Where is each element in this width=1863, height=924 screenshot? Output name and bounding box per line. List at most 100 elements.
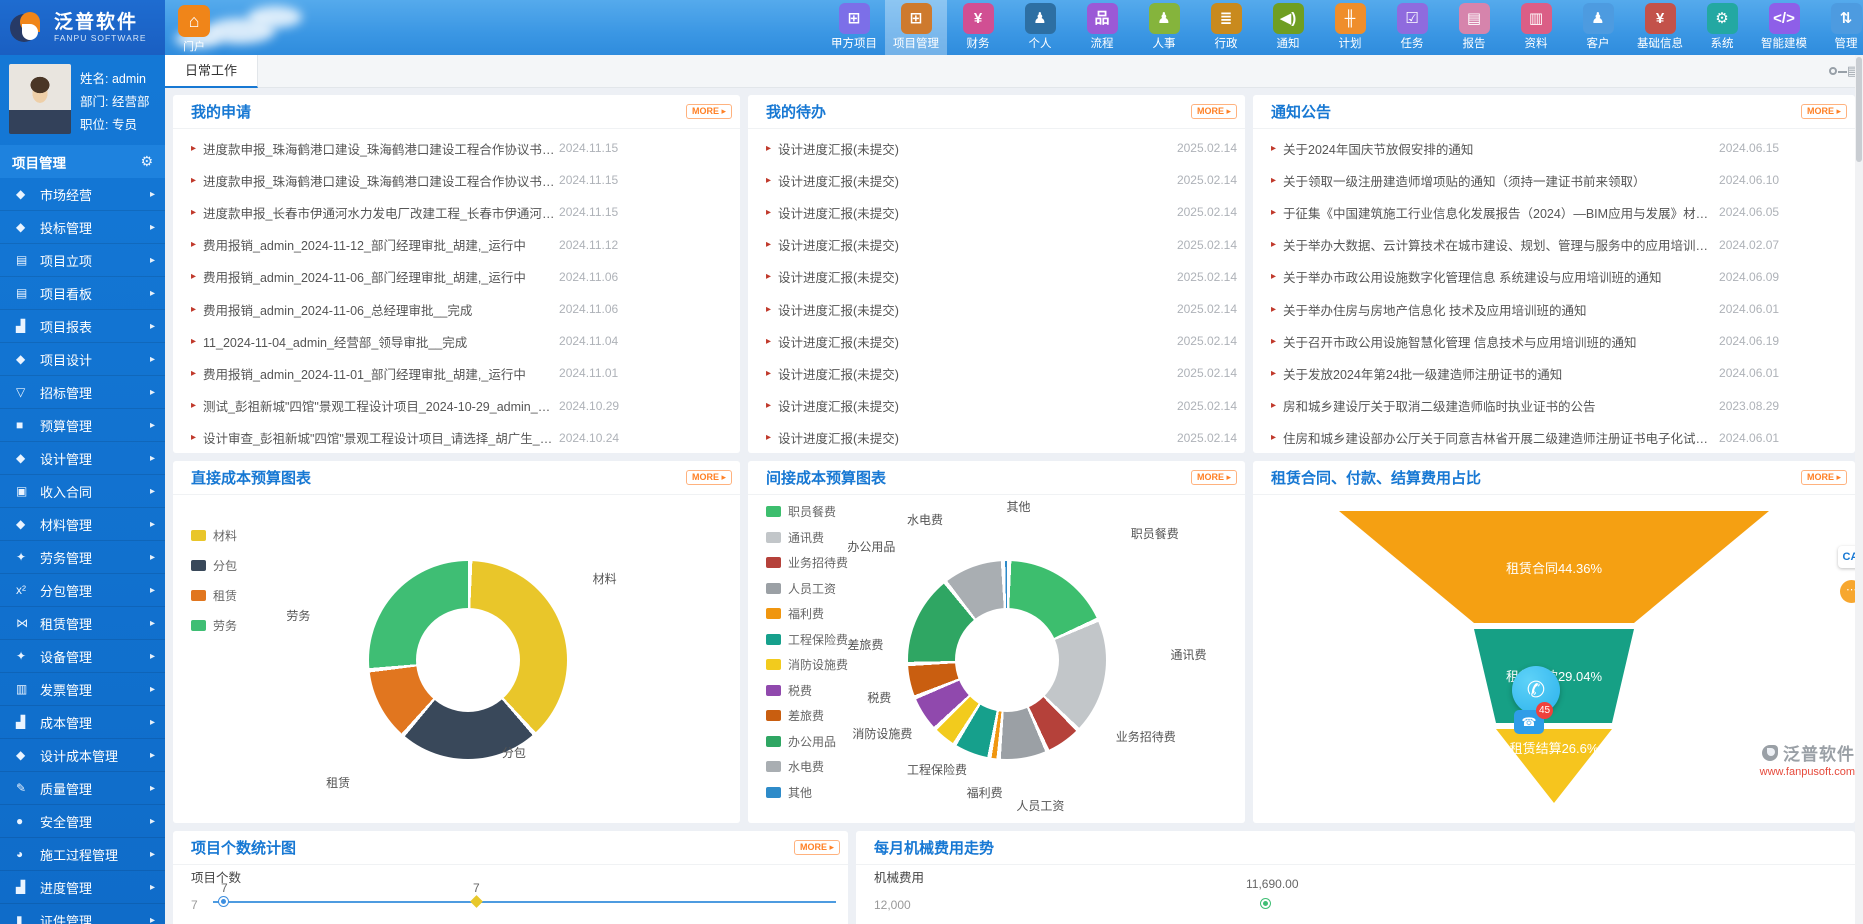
- list-item[interactable]: ▸设计审查_彭祖新城"四馆"景观工程设计项目_请选择_胡广生_2024-10-2…: [191, 422, 732, 453]
- sidebar-item-设计管理[interactable]: ◆设计管理▸: [0, 442, 165, 475]
- sidebar-item-项目报表[interactable]: ▟项目报表▸: [0, 310, 165, 343]
- list-item[interactable]: ▸设计进度汇报(未提交)2025.02.14: [766, 390, 1237, 422]
- nav-item-甲方项目[interactable]: ⊞甲方项目: [823, 0, 885, 55]
- list-item[interactable]: ▸进度款申报_珠海鹤港口建设_珠海鹤港口建设工程合作协议书_admin_...2…: [191, 164, 732, 196]
- list-item[interactable]: ▸进度款申报_长春市伊通河水力发电厂改建工程_长春市伊通河水力发电...2024…: [191, 196, 732, 228]
- list-item[interactable]: ▸进度款申报_珠海鹤港口建设_珠海鹤港口建设工程合作协议书_admin_...2…: [191, 132, 732, 164]
- avatar[interactable]: [9, 64, 71, 134]
- legend-item[interactable]: 人员工资: [766, 580, 848, 597]
- list-item[interactable]: ▸关于召开市政公用设施智慧化管理 信息技术与应用培训班的通知2024.06.19: [1271, 325, 1847, 357]
- legend-item[interactable]: 工程保险费: [766, 631, 848, 648]
- sidebar-item-发票管理[interactable]: ▥发票管理▸: [0, 673, 165, 706]
- legend-item[interactable]: 职员餐费: [766, 503, 848, 520]
- list-item[interactable]: ▸关于发放2024年第24批一级建造师注册证书的通知2024.06.01: [1271, 357, 1847, 389]
- nav-item-管理[interactable]: ⇅管理: [1815, 0, 1863, 55]
- list-item[interactable]: ▸设计进度汇报(未提交)2025.02.14: [766, 164, 1237, 196]
- sidebar-item-分包管理[interactable]: x²分包管理▸: [0, 574, 165, 607]
- list-item[interactable]: ▸费用报销_admin_2024-11-01_部门经理审批_胡建,_运行中202…: [191, 357, 732, 389]
- nav-item-资料[interactable]: ▥资料: [1505, 0, 1567, 55]
- legend-item[interactable]: 业务招待费: [766, 554, 848, 571]
- nav-item-人事[interactable]: ♟人事: [1133, 0, 1195, 55]
- list-item[interactable]: ▸关于2024年国庆节放假安排的通知2024.06.15: [1271, 132, 1847, 164]
- more-button[interactable]: MORE: [1801, 104, 1847, 119]
- nav-item-报告[interactable]: ▤报告: [1443, 0, 1505, 55]
- sidebar-item-项目设计[interactable]: ◆项目设计▸: [0, 343, 165, 376]
- scrollbar-thumb[interactable]: [1856, 57, 1862, 162]
- sidebar-item-收入合同[interactable]: ▣收入合同▸: [0, 475, 165, 508]
- sidebar-item-招标管理[interactable]: ▽招标管理▸: [0, 376, 165, 409]
- nav-item-智能建模[interactable]: </>智能建模: [1753, 0, 1815, 55]
- legend-item[interactable]: 税费: [766, 682, 848, 699]
- list-item[interactable]: ▸设计进度汇报(未提交)2025.02.14: [766, 357, 1237, 389]
- scrollbar[interactable]: [1855, 55, 1863, 924]
- sidebar-item-施工过程管理[interactable]: ◕施工过程管理▸: [0, 838, 165, 871]
- nav-item-基础信息[interactable]: ¥基础信息: [1629, 0, 1691, 55]
- sidebar-item-预算管理[interactable]: ■预算管理▸: [0, 409, 165, 442]
- sidebar-item-进度管理[interactable]: ▟进度管理▸: [0, 871, 165, 904]
- legend-item[interactable]: 办公用品: [766, 733, 848, 750]
- sidebar-section-project-management[interactable]: 项目管理 ⚙: [0, 145, 165, 178]
- list-item[interactable]: ▸房和城乡建设厅关于取消二级建造师临时执业证书的公告2023.08.29: [1271, 390, 1847, 422]
- tab-daily-work[interactable]: 日常工作: [165, 55, 258, 88]
- list-item[interactable]: ▸设计进度汇报(未提交)2025.02.14: [766, 229, 1237, 261]
- gear-icon[interactable]: ⚙: [140, 153, 153, 170]
- sidebar-item-安全管理[interactable]: ●安全管理▸: [0, 805, 165, 838]
- list-item[interactable]: ▸设计进度汇报(未提交)2025.02.14: [766, 293, 1237, 325]
- sidebar-item-投标管理[interactable]: ◆投标管理▸: [0, 211, 165, 244]
- nav-item-系统[interactable]: ⚙系统: [1691, 0, 1753, 55]
- nav-item-个人[interactable]: ♟个人: [1009, 0, 1071, 55]
- more-button[interactable]: MORE: [1191, 470, 1237, 485]
- list-item[interactable]: ▸于征集《中国建筑施工行业信息化发展报告（2024）—BIM应用与发展》材料..…: [1271, 196, 1847, 228]
- list-item[interactable]: ▸设计进度汇报(未提交)2025.02.14: [766, 132, 1237, 164]
- nav-item-计划[interactable]: ╫计划: [1319, 0, 1381, 55]
- sidebar-item-劳务管理[interactable]: ✦劳务管理▸: [0, 541, 165, 574]
- sidebar-item-设备管理[interactable]: ✦设备管理▸: [0, 640, 165, 673]
- legend-item[interactable]: 差旅费: [766, 707, 848, 724]
- list-item[interactable]: ▸关于领取一级注册建造师增项贴的通知（须持一建证书前来领取）2024.06.10: [1271, 164, 1847, 196]
- nav-item-流程[interactable]: 品流程: [1071, 0, 1133, 55]
- legend-item[interactable]: 劳务: [191, 617, 237, 634]
- list-item[interactable]: ▸关于举办住房与房地产信息化 技术及应用培训班的通知2024.06.01: [1271, 293, 1847, 325]
- nav-item-任务[interactable]: ☑任务: [1381, 0, 1443, 55]
- more-button[interactable]: MORE: [686, 470, 732, 485]
- legend-item[interactable]: 水电费: [766, 758, 848, 775]
- list-item[interactable]: ▸费用报销_admin_2024-11-06_部门经理审批_胡建,_运行中202…: [191, 261, 732, 293]
- sidebar-item-成本管理[interactable]: ▟成本管理▸: [0, 706, 165, 739]
- panel-toggle-icon[interactable]: ▤: [1847, 63, 1855, 79]
- sidebar-item-市场经营[interactable]: ◆市场经营▸: [0, 178, 165, 211]
- sidebar-item-材料管理[interactable]: ◆材料管理▸: [0, 508, 165, 541]
- legend-item[interactable]: 材料: [191, 527, 237, 544]
- legend-item[interactable]: 租赁: [191, 587, 237, 604]
- legend-item[interactable]: 福利费: [766, 605, 848, 622]
- nav-item-客户[interactable]: ♟客户: [1567, 0, 1629, 55]
- sidebar-item-质量管理[interactable]: ✎质量管理▸: [0, 772, 165, 805]
- legend-item[interactable]: 分包: [191, 557, 237, 574]
- list-item[interactable]: ▸关于举办大数据、云计算技术在城市建设、规划、管理与服务中的应用培训班...20…: [1271, 229, 1847, 261]
- list-item[interactable]: ▸住房和城乡建设部办公厅关于同意吉林省开展二级建造师注册证书电子化试点...20…: [1271, 422, 1847, 453]
- nav-item-财务[interactable]: ¥财务: [947, 0, 1009, 55]
- list-item[interactable]: ▸设计进度汇报(未提交)2025.02.14: [766, 196, 1237, 228]
- legend-item[interactable]: 其他: [766, 784, 848, 801]
- list-item[interactable]: ▸设计进度汇报(未提交)2025.02.14: [766, 325, 1237, 357]
- more-button[interactable]: MORE: [686, 104, 732, 119]
- sidebar-item-项目立项[interactable]: ▤项目立项▸: [0, 244, 165, 277]
- more-button[interactable]: MORE: [1191, 104, 1237, 119]
- nav-item-行政[interactable]: ≣行政: [1195, 0, 1257, 55]
- key-icon[interactable]: [1829, 67, 1837, 75]
- list-item[interactable]: ▸费用报销_admin_2024-11-12_部门经理审批_胡建,_运行中202…: [191, 229, 732, 261]
- list-item[interactable]: ▸11_2024-11-04_admin_经营部_领导审批__完成2024.11…: [191, 325, 732, 357]
- legend-item[interactable]: 通讯费: [766, 529, 848, 546]
- list-item[interactable]: ▸设计进度汇报(未提交)2025.02.14: [766, 261, 1237, 293]
- sidebar-item-证件管理[interactable]: ▮证件管理▸: [0, 904, 165, 924]
- nav-item-通知[interactable]: ◀)通知: [1257, 0, 1319, 55]
- list-item[interactable]: ▸费用报销_admin_2024-11-06_总经理审批__完成2024.11.…: [191, 293, 732, 325]
- sidebar-item-租赁管理[interactable]: ⋈租赁管理▸: [0, 607, 165, 640]
- more-button[interactable]: MORE: [794, 840, 840, 855]
- nav-item-portal[interactable]: ⌂ 门户: [168, 2, 220, 55]
- nav-item-项目管理[interactable]: ⊞项目管理: [885, 0, 947, 55]
- more-button[interactable]: MORE: [1801, 470, 1847, 485]
- sidebar-item-项目看板[interactable]: ▤项目看板▸: [0, 277, 165, 310]
- list-item[interactable]: ▸设计进度汇报(未提交)2025.02.14: [766, 422, 1237, 453]
- list-item[interactable]: ▸测试_彭祖新城"四馆"景观工程设计项目_2024-10-29_admin_结束…: [191, 390, 732, 422]
- legend-item[interactable]: 消防设施费: [766, 656, 848, 673]
